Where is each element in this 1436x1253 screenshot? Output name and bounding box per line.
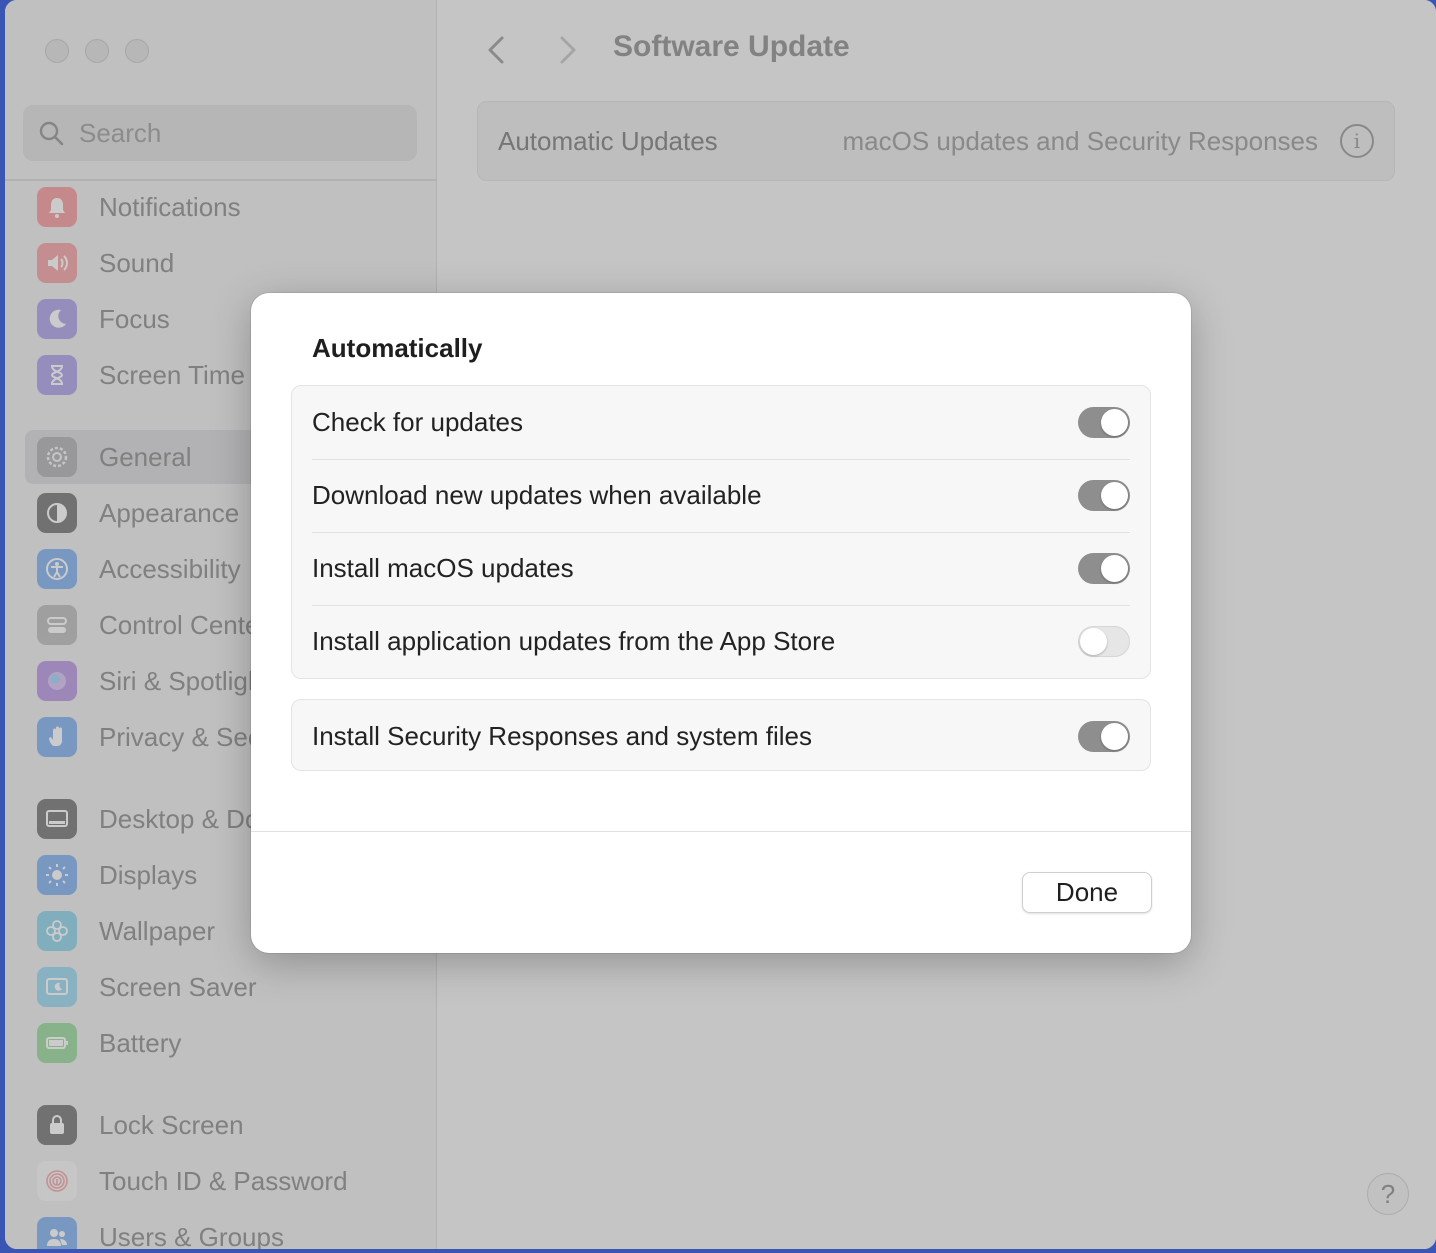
setting-toggle[interactable] xyxy=(1078,480,1130,511)
setting-row: Download new updates when available xyxy=(292,459,1150,532)
toggle-knob xyxy=(1101,723,1128,750)
toggle-knob xyxy=(1101,482,1128,509)
setting-label: Install Security Responses and system fi… xyxy=(312,721,812,751)
setting-toggle[interactable] xyxy=(1078,407,1130,438)
sheet-title: Automatically xyxy=(312,333,483,363)
setting-toggle[interactable] xyxy=(1078,721,1130,752)
toggle-knob xyxy=(1101,409,1128,436)
security-options-group: Install Security Responses and system fi… xyxy=(291,699,1151,771)
updates-options-group: Check for updates Download new updates wh… xyxy=(291,385,1151,679)
automatic-updates-sheet: Automatically Check for updates Download … xyxy=(251,293,1191,953)
done-button[interactable]: Done xyxy=(1022,872,1152,913)
setting-row: Install application updates from the App… xyxy=(292,605,1150,678)
setting-row: Install macOS updates xyxy=(292,532,1150,605)
setting-toggle[interactable] xyxy=(1078,553,1130,584)
setting-label: Download new updates when available xyxy=(312,480,762,510)
setting-toggle[interactable] xyxy=(1078,626,1130,657)
toggle-knob xyxy=(1101,555,1128,582)
setting-row: Check for updates xyxy=(292,386,1150,459)
setting-label: Install macOS updates xyxy=(312,553,574,583)
setting-label: Check for updates xyxy=(312,407,524,437)
setting-row: Install Security Responses and system fi… xyxy=(292,700,1150,773)
setting-label: Install application updates from the App… xyxy=(312,626,836,656)
sheet-divider xyxy=(251,831,1191,832)
toggle-knob xyxy=(1080,628,1107,655)
